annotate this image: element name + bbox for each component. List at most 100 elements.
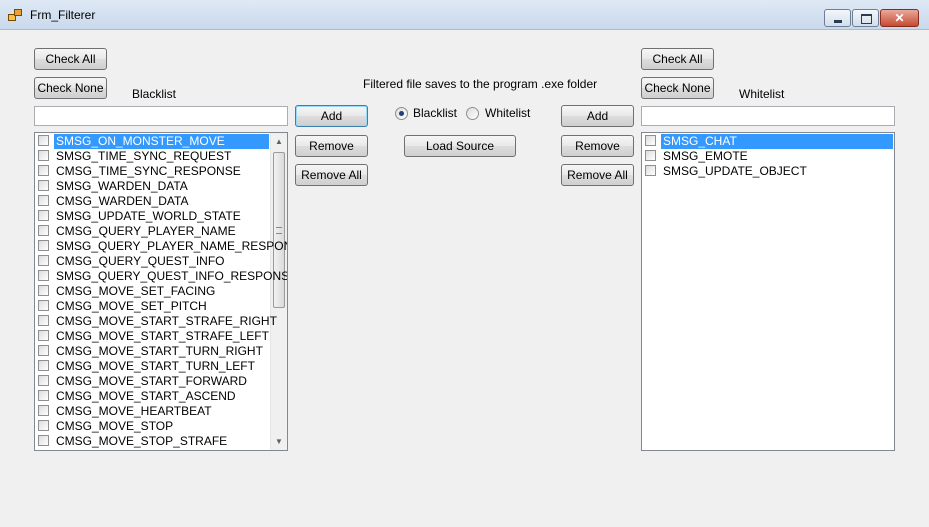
app-icon bbox=[8, 9, 22, 21]
grip-icon bbox=[276, 227, 282, 234]
radio-blacklist-label[interactable]: Blacklist bbox=[413, 106, 457, 120]
item-checkbox[interactable] bbox=[645, 150, 656, 161]
list-item[interactable]: CMSG_MOVE_START_STRAFE_LEFT bbox=[36, 329, 269, 344]
blacklist-listbox[interactable]: ▲ ▼ SMSG_ON_MONSTER_MOVE SMSG_TIME_SYNC_R… bbox=[34, 132, 288, 451]
item-checkbox[interactable] bbox=[38, 390, 49, 401]
left-check-all-button[interactable]: Check All bbox=[34, 48, 107, 70]
right-remove-button[interactable]: Remove bbox=[561, 135, 634, 157]
item-checkbox[interactable] bbox=[645, 135, 656, 146]
list-item[interactable]: SMSG_QUERY_QUEST_INFO_RESPONSE bbox=[36, 269, 287, 284]
item-label: CMSG_MOVE_SET_PITCH bbox=[56, 299, 207, 313]
whitelist-input[interactable] bbox=[641, 106, 895, 126]
left-check-none-button[interactable]: Check None bbox=[34, 77, 107, 99]
blacklist-label: Blacklist bbox=[132, 87, 177, 101]
item-checkbox[interactable] bbox=[38, 195, 49, 206]
minimize-button[interactable] bbox=[824, 9, 851, 27]
scroll-up-icon[interactable]: ▲ bbox=[271, 133, 287, 150]
item-label: CMSG_MOVE_START_ASCEND bbox=[56, 389, 236, 403]
list-item[interactable]: SMSG_ON_MONSTER_MOVE bbox=[36, 134, 269, 149]
item-label: CMSG_MOVE_START_TURN_LEFT bbox=[56, 359, 255, 373]
item-checkbox[interactable] bbox=[38, 435, 49, 446]
item-checkbox[interactable] bbox=[645, 165, 656, 176]
list-item[interactable]: CMSG_MOVE_START_FORWARD bbox=[36, 374, 269, 389]
item-label: CMSG_MOVE_HEARTBEAT bbox=[56, 404, 212, 418]
list-item[interactable]: CMSG_MOVE_HEARTBEAT bbox=[36, 404, 269, 419]
radio-dot-icon bbox=[399, 111, 404, 116]
right-check-none-button[interactable]: Check None bbox=[641, 77, 714, 99]
scroll-thumb[interactable] bbox=[273, 152, 285, 308]
item-label: CMSG_QUERY_QUEST_INFO bbox=[56, 254, 225, 268]
item-checkbox[interactable] bbox=[38, 270, 49, 281]
item-checkbox[interactable] bbox=[38, 135, 49, 146]
close-button[interactable]: ✕ bbox=[880, 9, 919, 27]
item-label: CMSG_WARDEN_DATA bbox=[56, 194, 189, 208]
left-add-button[interactable]: Add bbox=[295, 105, 368, 127]
item-label: CMSG_MOVE_START_FORWARD bbox=[56, 374, 247, 388]
item-checkbox[interactable] bbox=[38, 330, 49, 341]
title-bar[interactable]: Frm_Filterer ✕ bbox=[0, 0, 929, 30]
radio-blacklist[interactable] bbox=[395, 107, 408, 120]
list-item[interactable]: CMSG_QUERY_QUEST_INFO bbox=[36, 254, 269, 269]
item-label: CMSG_MOVE_START_TURN_RIGHT bbox=[56, 344, 263, 358]
item-label: CMSG_MOVE_START_STRAFE_RIGHT bbox=[56, 314, 277, 328]
scroll-down-icon[interactable]: ▼ bbox=[271, 433, 287, 450]
item-checkbox[interactable] bbox=[38, 285, 49, 296]
list-item[interactable]: CMSG_TIME_SYNC_RESPONSE bbox=[36, 164, 269, 179]
list-item[interactable]: CMSG_MOVE_STOP_STRAFE bbox=[36, 434, 269, 449]
left-remove-button[interactable]: Remove bbox=[295, 135, 368, 157]
item-label: SMSG_UPDATE_OBJECT bbox=[663, 164, 807, 178]
item-checkbox[interactable] bbox=[38, 165, 49, 176]
item-checkbox[interactable] bbox=[38, 210, 49, 221]
radio-whitelist-label[interactable]: Whitelist bbox=[485, 106, 530, 120]
item-checkbox[interactable] bbox=[38, 405, 49, 416]
item-label: CMSG_MOVE_STOP_STRAFE bbox=[56, 434, 228, 448]
item-label: SMSG_CHAT bbox=[661, 134, 893, 149]
list-item[interactable]: CMSG_MOVE_START_ASCEND bbox=[36, 389, 269, 404]
blacklist-scrollbar[interactable]: ▲ ▼ bbox=[270, 133, 287, 450]
item-checkbox[interactable] bbox=[38, 150, 49, 161]
right-check-all-button[interactable]: Check All bbox=[641, 48, 714, 70]
list-item[interactable]: SMSG_UPDATE_WORLD_STATE bbox=[36, 209, 269, 224]
close-icon: ✕ bbox=[894, 11, 905, 25]
list-item[interactable]: CMSG_MOVE_START_TURN_RIGHT bbox=[36, 344, 269, 359]
item-label: CMSG_QUERY_PLAYER_NAME bbox=[56, 224, 236, 238]
item-checkbox[interactable] bbox=[38, 345, 49, 356]
list-item[interactable]: CMSG_MOVE_SET_FACING bbox=[36, 284, 269, 299]
right-add-button[interactable]: Add bbox=[561, 105, 634, 127]
list-item[interactable]: SMSG_CHAT bbox=[643, 134, 893, 149]
list-item[interactable]: SMSG_EMOTE bbox=[643, 149, 893, 164]
whitelist-listbox[interactable]: SMSG_CHAT SMSG_EMOTE SMSG_UPDATE_OBJECT bbox=[641, 132, 895, 451]
item-checkbox[interactable] bbox=[38, 360, 49, 371]
item-label: SMSG_QUERY_QUEST_INFO_RESPONSE bbox=[56, 269, 288, 283]
list-item[interactable]: SMSG_UPDATE_OBJECT bbox=[643, 164, 893, 179]
item-label: SMSG_QUERY_PLAYER_NAME_RESPONSE bbox=[56, 239, 288, 253]
item-checkbox[interactable] bbox=[38, 420, 49, 431]
item-checkbox[interactable] bbox=[38, 240, 49, 251]
item-label: CMSG_TIME_SYNC_RESPONSE bbox=[56, 164, 241, 178]
item-checkbox[interactable] bbox=[38, 225, 49, 236]
item-label: CMSG_MOVE_STOP bbox=[56, 419, 174, 433]
left-remove-all-button[interactable]: Remove All bbox=[295, 164, 368, 186]
window-title: Frm_Filterer bbox=[30, 8, 96, 22]
item-label: CMSG_MOVE_SET_FACING bbox=[56, 284, 216, 298]
item-checkbox[interactable] bbox=[38, 300, 49, 311]
load-source-button[interactable]: Load Source bbox=[404, 135, 516, 157]
maximize-button[interactable] bbox=[852, 9, 879, 27]
list-item[interactable]: SMSG_WARDEN_DATA bbox=[36, 179, 269, 194]
list-item[interactable]: CMSG_MOVE_START_STRAFE_RIGHT bbox=[36, 314, 277, 329]
blacklist-input[interactable] bbox=[34, 106, 288, 126]
item-checkbox[interactable] bbox=[38, 255, 49, 266]
item-checkbox[interactable] bbox=[38, 180, 49, 191]
item-checkbox[interactable] bbox=[38, 315, 49, 326]
radio-whitelist[interactable] bbox=[466, 107, 479, 120]
list-item[interactable]: CMSG_MOVE_STOP bbox=[36, 419, 269, 434]
list-item[interactable]: SMSG_TIME_SYNC_REQUEST bbox=[36, 149, 269, 164]
item-checkbox[interactable] bbox=[38, 375, 49, 386]
list-item[interactable]: CMSG_MOVE_SET_PITCH bbox=[36, 299, 269, 314]
item-label: SMSG_WARDEN_DATA bbox=[56, 179, 188, 193]
list-item[interactable]: CMSG_QUERY_PLAYER_NAME bbox=[36, 224, 269, 239]
right-remove-all-button[interactable]: Remove All bbox=[561, 164, 634, 186]
list-item[interactable]: CMSG_MOVE_START_TURN_LEFT bbox=[36, 359, 269, 374]
list-item[interactable]: SMSG_QUERY_PLAYER_NAME_RESPONSE bbox=[36, 239, 287, 254]
list-item[interactable]: CMSG_WARDEN_DATA bbox=[36, 194, 269, 209]
